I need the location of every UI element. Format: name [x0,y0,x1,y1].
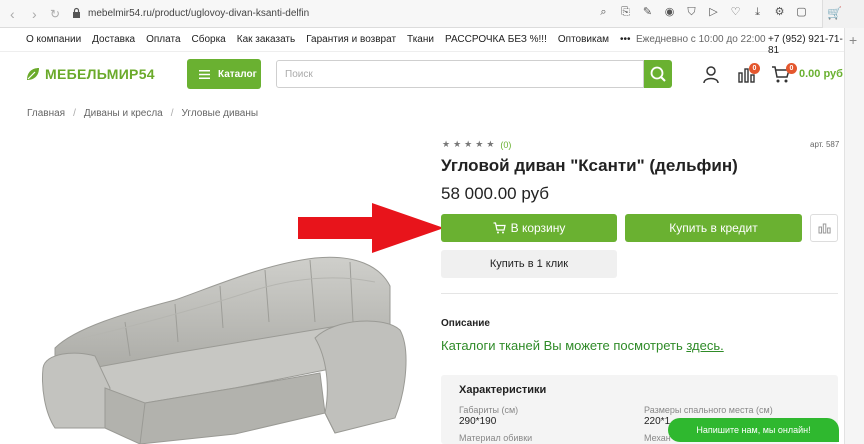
logo[interactable]: МЕБЕЛЬМИР54 [26,66,155,82]
camera-icon[interactable]: ◉ [663,6,676,19]
browser-action-icons: ⌕ ⎘ ✎ ◉ ⛉ ▷ ♡ ⤓ ⚙ ▢ [597,6,808,19]
add-to-cart-label: В корзину [510,221,566,235]
forward-icon[interactable]: › [32,6,37,22]
search-icon [650,66,666,82]
download-icon[interactable]: ⤓ [751,6,764,19]
user-icon[interactable] [701,64,721,84]
nav-link-delivery[interactable]: Доставка [92,34,135,45]
catalog-button[interactable]: Каталог [187,59,261,89]
translate-icon[interactable]: ⎘ [619,6,632,19]
nav-link-wholesale[interactable]: Оптовикам [558,34,609,45]
spec-mechanism-label: Механ [644,433,671,443]
description-body: Каталоги тканей Вы можете посмотреть [441,338,687,353]
rating-count[interactable]: (0) [500,140,511,150]
edit-icon[interactable]: ✎ [641,6,654,19]
red-arrow-annotation [298,203,444,253]
specs-heading: Характеристики [459,384,547,396]
heart-icon[interactable]: ♡ [729,6,742,19]
breadcrumb-sofas[interactable]: Диваны и кресла [84,108,163,119]
breadcrumb-corner-sofas[interactable]: Угловые диваны [182,108,259,119]
browser-sidebar: + [844,28,864,444]
address-bar[interactable]: mebelmir54.ru/product/uglovoy-divan-ksan… [88,8,309,19]
search-button[interactable] [644,60,672,88]
search-input[interactable]: Поиск [276,60,644,88]
star-icon: ★ [475,139,484,149]
description-text: Каталоги тканей Вы можете посмотреть зде… [441,338,724,353]
cart-badge: 0 [786,63,797,74]
nav-link-about[interactable]: О компании [26,34,81,45]
compare-icon [818,223,831,234]
spec-sleep-value: 220*1 [644,416,671,427]
spec-upholstery-label: Материал обивки [459,433,533,443]
window-icon[interactable]: ▢ [795,6,808,19]
cart-extension-icon[interactable]: 🛒 [827,6,842,20]
cart-sum[interactable]: 0.00 руб [799,68,843,80]
nav-link-assembly[interactable]: Сборка [192,34,226,45]
lock-icon [73,7,80,18]
spec-dims-label: Габариты (см) [459,405,519,415]
menu-icon [199,69,210,79]
site-header: МЕБЕЛЬМИР54 Каталог Поиск 0 0 0.00 руб [0,52,844,98]
star-icon: ★ [486,139,495,149]
spec-sleep-label: Размеры спального места (см) [644,405,773,415]
search-icon[interactable]: ⌕ [597,6,610,19]
buy-one-click-button[interactable]: Купить в 1 клик [441,250,617,278]
nav-link-fabrics[interactable]: Ткани [407,34,434,45]
cart-icon [493,222,506,234]
star-icon: ★ [442,139,451,149]
nav-link-payment[interactable]: Оплата [146,34,180,45]
star-icon: ★ [464,139,473,149]
spec-dims-value: 290*190 [459,416,497,427]
catalog-label: Каталог [218,68,257,80]
buy-on-credit-button[interactable]: Купить в кредит [625,214,802,242]
product-title: Угловой диван "Ксанти" (дельфин) [441,156,738,175]
add-icon[interactable]: + [849,32,857,48]
browser-toolbar: ‹ › ↻ mebelmir54.ru/product/uglovoy-diva… [0,0,864,28]
product-image[interactable] [35,238,410,444]
breadcrumb-separator: / [170,108,174,119]
leaf-icon [27,68,39,80]
settings-icon[interactable]: ⚙ [773,6,786,19]
nav-link-how-to-order[interactable]: Как заказать [237,34,295,45]
product-sku: арт. 587 [810,140,840,149]
compare-button[interactable] [810,214,838,242]
product-rating[interactable]: ★ ★ ★ ★ ★ (0) [442,139,511,150]
nav-link-installment[interactable]: РАССРОЧКА БЕЗ %!!! [445,34,547,45]
star-icon: ★ [453,139,462,149]
divider [441,293,838,294]
shield-icon[interactable]: ⛉ [685,6,698,19]
logo-text: МЕБЕЛЬМИР54 [45,66,155,82]
compare-badge: 0 [749,63,760,74]
top-nav-links: О компании Доставка Оплата Сборка Как за… [26,34,631,45]
chat-widget-button[interactable]: Напишите нам, мы онлайн! [668,418,839,442]
fabric-catalog-link[interactable]: здесь. [686,338,723,353]
breadcrumb-home[interactable]: Главная [27,108,65,119]
breadcrumb: Главная / Диваны и кресла / Угловые дива… [27,108,258,119]
reload-icon[interactable]: ↻ [50,7,60,21]
breadcrumb-separator: / [73,108,76,119]
working-hours: Ежедневно с 10:00 до 22:00 [636,34,766,45]
more-menu-icon[interactable]: ••• [620,34,631,45]
play-icon[interactable]: ▷ [707,6,720,19]
top-navigation: О компании Доставка Оплата Сборка Как за… [0,28,844,56]
product-price: 58 000.00 руб [441,184,550,203]
nav-link-warranty[interactable]: Гарантия и возврат [306,34,396,45]
description-heading: Описание [441,318,490,329]
back-icon[interactable]: ‹ [10,6,15,22]
add-to-cart-button[interactable]: В корзину [441,214,617,242]
